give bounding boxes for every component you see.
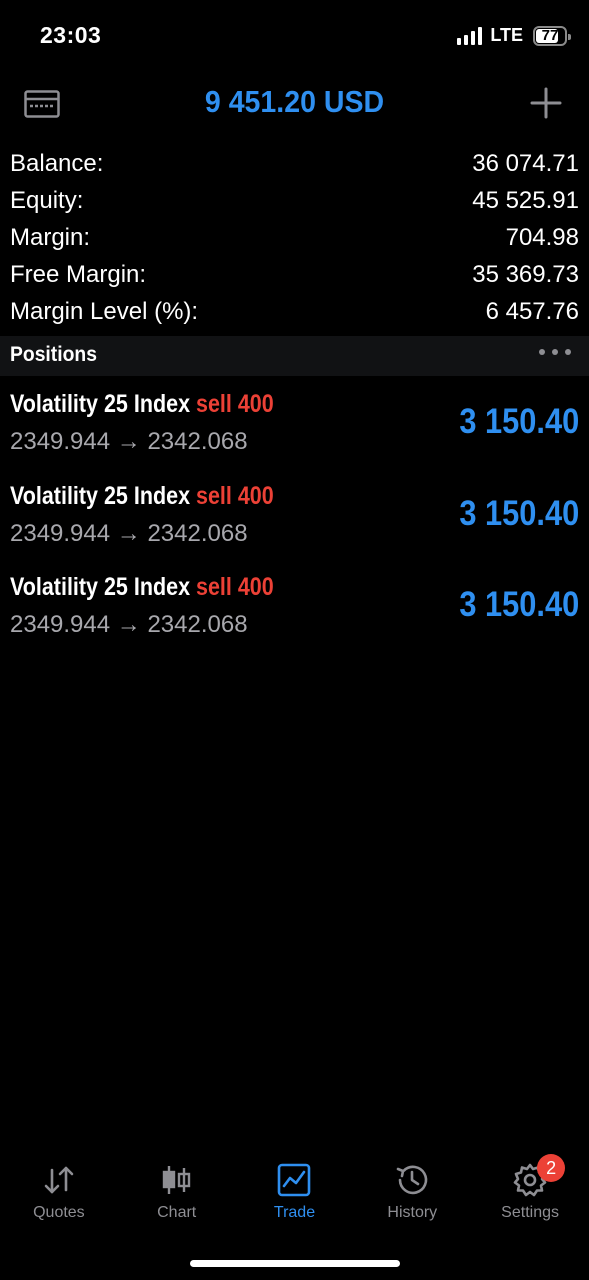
summary-row-margin: Margin: 704.98 — [10, 219, 579, 256]
section-title: Positions — [10, 343, 97, 366]
positions-list: Volatility 25 Index sell 400 2349.944 → … — [0, 384, 589, 659]
position-title: Volatility 25 Index sell 400 — [10, 482, 274, 511]
notification-badge: 2 — [537, 1154, 566, 1182]
position-profit: 3 150.40 — [459, 493, 579, 533]
summary-label: Free Margin: — [10, 260, 147, 288]
position-row[interactable]: Volatility 25 Index sell 400 2349.944 → … — [0, 384, 589, 476]
position-type: sell 400 — [196, 573, 274, 601]
position-row[interactable]: Volatility 25 Index sell 400 2349.944 → … — [0, 567, 589, 659]
summary-row-margin-level: Margin Level (%): 6 457.76 — [10, 293, 579, 330]
summary-label: Margin: — [10, 223, 91, 251]
account-profit-title: 9 451.20 USD — [204, 84, 385, 119]
network-type: LTE — [490, 25, 523, 45]
position-prices: 2349.944 → 2342.068 — [10, 428, 248, 455]
summary-value: 704.98 — [505, 223, 579, 251]
home-indicator[interactable] — [190, 1260, 400, 1267]
summary-label: Equity: — [10, 186, 84, 214]
candlestick-icon — [162, 1166, 190, 1194]
summary-value: 35 369.73 — [472, 260, 579, 288]
position-title: Volatility 25 Index sell 400 — [10, 573, 274, 602]
summary-row-balance: Balance: 36 074.71 — [10, 145, 579, 182]
plus-icon[interactable] — [529, 86, 563, 120]
position-prices: 2349.944 → 2342.068 — [10, 519, 248, 547]
more-options-icon[interactable] — [539, 349, 571, 355]
bottom-tab-bar: Quotes Chart Trade History 2 Settings — [0, 1150, 589, 1230]
tab-trade[interactable]: Trade — [236, 1150, 354, 1230]
signal-strength-icon — [457, 26, 483, 45]
position-symbol: Volatility 25 Index — [10, 481, 191, 510]
tab-label: History — [387, 1204, 438, 1221]
quotes-arrows-icon — [44, 1166, 74, 1194]
summary-label: Balance: — [10, 149, 104, 177]
tab-chart[interactable]: Chart — [118, 1150, 236, 1230]
position-profit: 3 150.40 — [459, 585, 579, 624]
position-profit: 3 150.40 — [459, 402, 579, 441]
position-type: sell 400 — [196, 390, 274, 418]
history-clock-icon — [396, 1165, 428, 1195]
positions-section-header: Positions — [0, 336, 589, 376]
summary-value: 45 525.91 — [472, 186, 579, 214]
trade-header: 9 451.20 USD — [0, 78, 589, 130]
position-row[interactable]: Volatility 25 Index sell 400 2349.944 → … — [0, 476, 589, 568]
tab-settings[interactable]: 2 Settings — [471, 1150, 589, 1230]
summary-row-free-margin: Free Margin: 35 369.73 — [10, 256, 579, 293]
position-title: Volatility 25 Index sell 400 — [10, 390, 274, 419]
status-time: 23:03 — [40, 22, 102, 48]
summary-row-equity: Equity: 45 525.91 — [10, 182, 579, 219]
battery-level: 77 — [541, 26, 559, 44]
position-prices: 2349.944 → 2342.068 — [10, 611, 248, 638]
trade-chart-icon — [278, 1163, 311, 1197]
tab-label: Trade — [273, 1204, 316, 1221]
summary-label: Margin Level (%): — [10, 297, 199, 325]
tab-label: Quotes — [33, 1204, 85, 1221]
tab-history[interactable]: History — [353, 1150, 471, 1230]
status-indicators: LTE 77 — [457, 25, 571, 46]
tab-quotes[interactable]: Quotes — [0, 1150, 118, 1230]
position-type: sell 400 — [196, 481, 274, 510]
summary-value: 36 074.71 — [472, 149, 579, 177]
battery-icon: 77 — [533, 25, 571, 46]
position-symbol: Volatility 25 Index — [10, 573, 191, 601]
tab-label: Settings — [501, 1204, 559, 1221]
summary-value: 6 457.76 — [485, 297, 579, 325]
tab-label: Chart — [157, 1204, 197, 1221]
status-bar: 23:03 LTE 77 — [0, 0, 589, 72]
position-symbol: Volatility 25 Index — [10, 390, 191, 418]
account-summary: Balance: 36 074.71 Equity: 45 525.91 Mar… — [10, 145, 579, 330]
